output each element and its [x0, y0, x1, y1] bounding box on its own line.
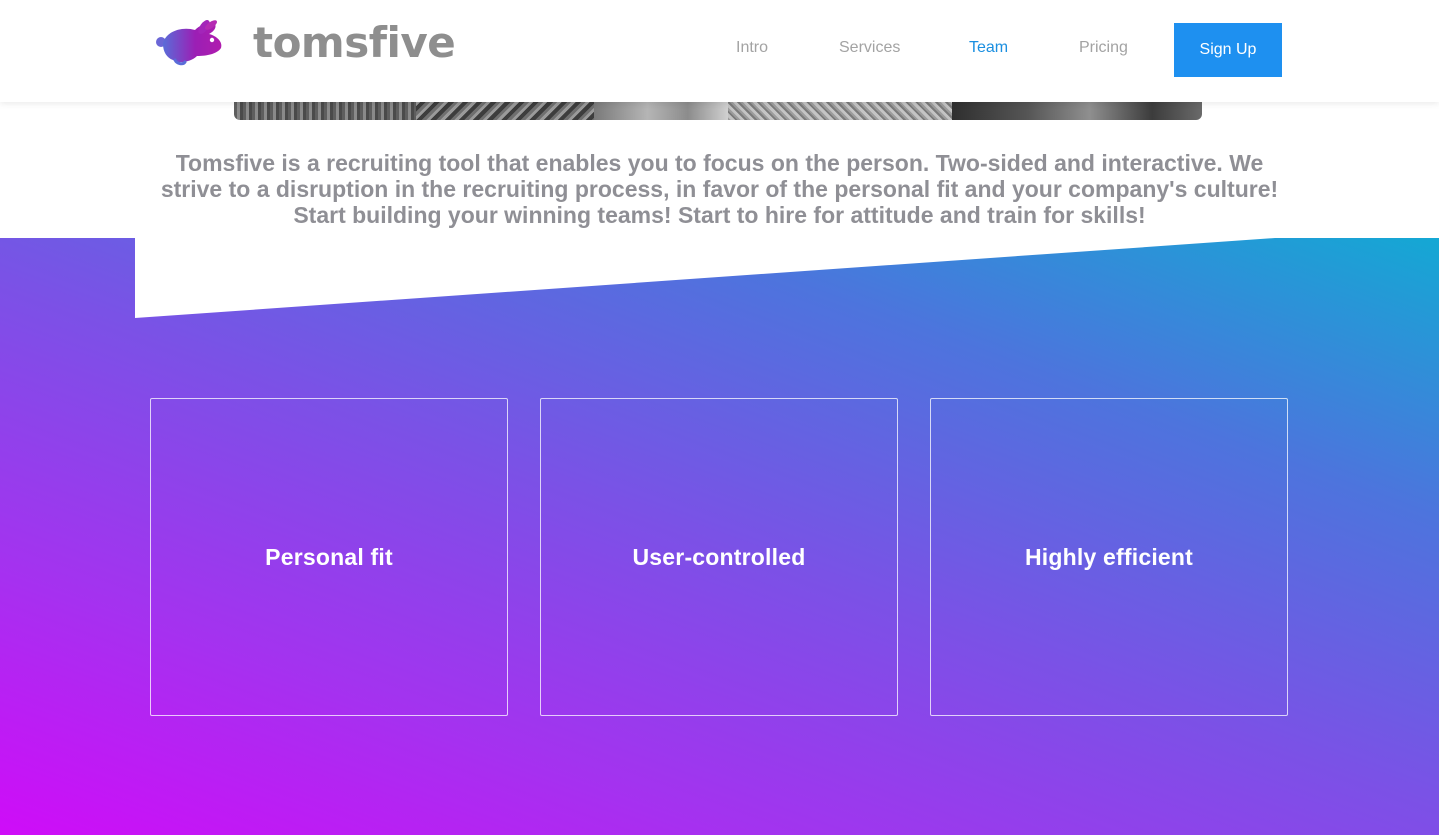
site-header: tomsfive Intro Services Team Pricing Sig… [0, 0, 1439, 102]
nav-item-team[interactable]: Team [969, 38, 1008, 58]
feature-card-user-controlled[interactable]: User-controlled [540, 398, 898, 716]
feature-card-title: Personal fit [265, 543, 393, 570]
sign-up-button[interactable]: Sign Up [1174, 23, 1282, 77]
nav-item-intro[interactable]: Intro [736, 38, 768, 58]
feature-card-title: User-controlled [632, 543, 806, 570]
intro-text: Tomsfive is a recruiting tool that enabl… [160, 150, 1279, 228]
nav-item-services[interactable]: Services [839, 38, 900, 58]
feature-cards: Personal fit User-controlled Highly effi… [0, 238, 1439, 835]
feature-card-title: Highly efficient [1024, 543, 1194, 570]
features-section: Personal fit User-controlled Highly effi… [0, 238, 1439, 835]
page: tomsfive Intro Services Team Pricing Sig… [0, 0, 1439, 835]
nav-item-pricing[interactable]: Pricing [1079, 38, 1128, 58]
feature-card-highly-efficient[interactable]: Highly efficient [930, 398, 1288, 716]
feature-card-personal-fit[interactable]: Personal fit [150, 398, 508, 716]
